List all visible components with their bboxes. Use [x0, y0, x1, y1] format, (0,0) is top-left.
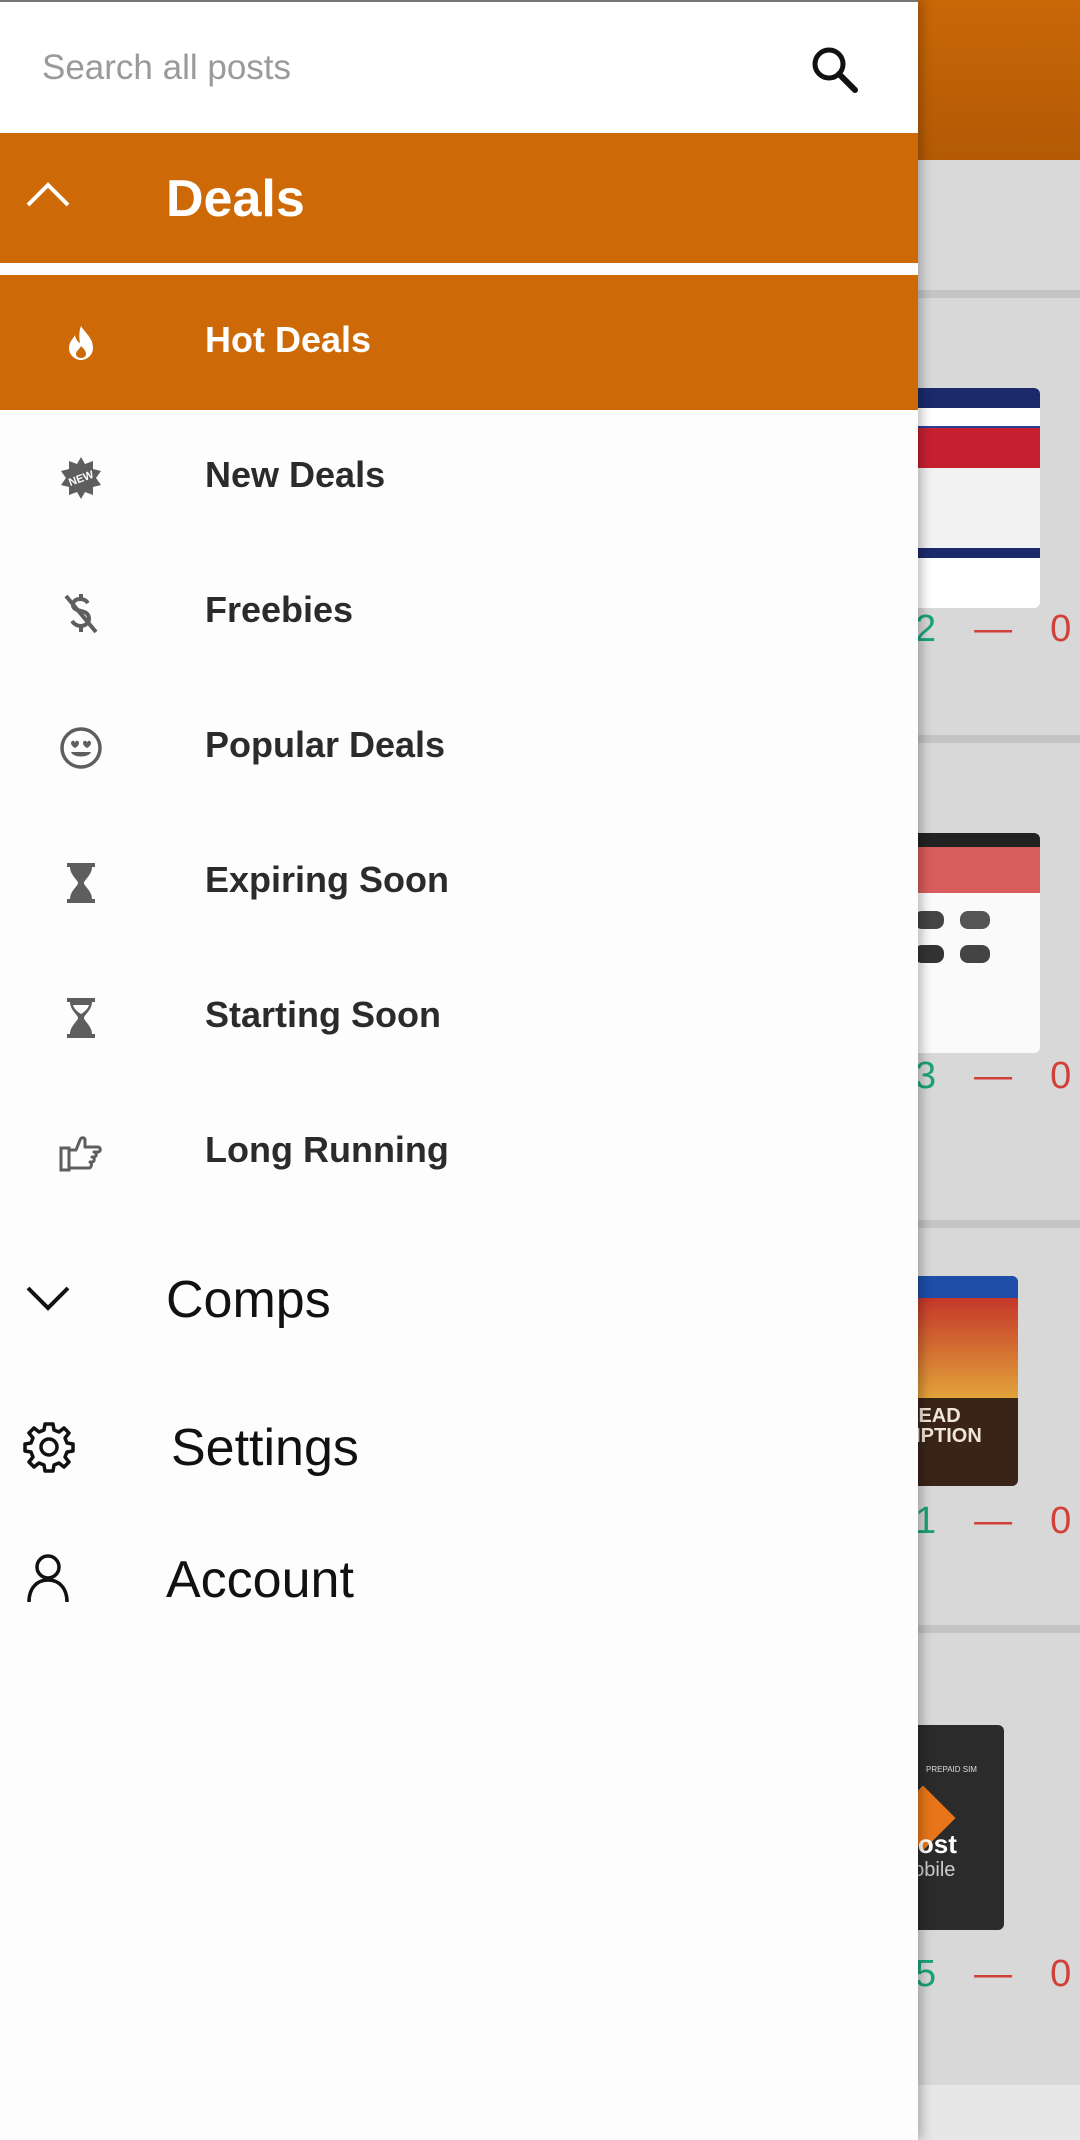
navigation-drawer: Deals Hot Deals NEW New Deals — [0, 0, 918, 2140]
comps-section-header[interactable]: Comps — [0, 1240, 918, 1360]
settings-item[interactable]: Settings — [0, 1388, 918, 1508]
upvote-count: 1 — [915, 1500, 937, 1542]
menu-item-label: Starting Soon — [205, 994, 441, 1035]
vote-separator: — — [974, 1500, 1013, 1542]
account-label: Account — [166, 1551, 354, 1609]
vote-counter: 3 — 0 — [915, 1055, 1071, 1098]
deal-thumbnail[interactable] — [900, 388, 1040, 608]
menu-item-label: Expiring Soon — [205, 859, 450, 900]
vote-separator: — — [974, 1953, 1013, 1995]
menu-item-starting-soon[interactable]: Starting Soon — [0, 950, 918, 1085]
new-badge-icon: NEW — [58, 455, 104, 501]
hourglass-icon — [58, 995, 104, 1041]
search-icon[interactable] — [805, 40, 865, 100]
downvote-count: 0 — [1050, 1953, 1072, 1995]
downvote-count: 0 — [1050, 608, 1072, 650]
menu-item-hot-deals[interactable]: Hot Deals — [0, 275, 918, 410]
deals-section-header[interactable]: Deals — [0, 133, 918, 263]
flame-icon — [58, 320, 104, 366]
smiley-heart-eyes-icon — [58, 725, 104, 771]
upvote-count: 3 — [915, 1055, 937, 1097]
user-icon — [24, 1552, 72, 1604]
vote-counter: 1 — 0 — [915, 1500, 1071, 1543]
comps-section-label: Comps — [166, 1271, 331, 1329]
menu-item-long-running[interactable]: Long Running — [0, 1085, 918, 1220]
no-dollar-icon — [58, 590, 104, 636]
chevron-up-icon — [24, 173, 72, 221]
settings-label: Settings — [171, 1419, 359, 1477]
vote-separator: — — [974, 608, 1013, 650]
thumbnail-caption: PREPAID SIM — [926, 1765, 977, 1774]
vote-counter: 2 — 0 — [915, 608, 1071, 651]
menu-item-expiring-soon[interactable]: Expiring Soon — [0, 815, 918, 950]
search-input[interactable] — [42, 40, 742, 96]
chevron-down-icon — [24, 1274, 72, 1322]
menu-item-label: Hot Deals — [205, 319, 372, 360]
menu-item-label: Long Running — [205, 1129, 449, 1170]
downvote-count: 0 — [1050, 1055, 1072, 1097]
thumbs-up-icon — [58, 1130, 104, 1176]
menu-item-label: Freebies — [205, 589, 354, 630]
menu-item-label: Popular Deals — [205, 724, 446, 765]
upvote-count: 5 — [915, 1953, 937, 1995]
deals-section-label: Deals — [166, 170, 305, 228]
vote-separator: — — [974, 1055, 1013, 1097]
menu-item-popular-deals[interactable]: Popular Deals — [0, 680, 918, 815]
search-bar — [0, 0, 918, 133]
hourglass-icon — [58, 860, 104, 906]
downvote-count: 0 — [1050, 1500, 1072, 1542]
vote-counter: 5 — 0 — [915, 1953, 1071, 1996]
menu-item-new-deals[interactable]: NEW New Deals — [0, 410, 918, 545]
upvote-count: 2 — [915, 608, 937, 650]
menu-item-label: New Deals — [205, 454, 386, 495]
deal-thumbnail[interactable] — [900, 833, 1040, 1053]
menu-item-freebies[interactable]: Freebies — [0, 545, 918, 680]
account-item[interactable]: Account — [0, 1520, 918, 1640]
gear-icon — [22, 1420, 76, 1474]
